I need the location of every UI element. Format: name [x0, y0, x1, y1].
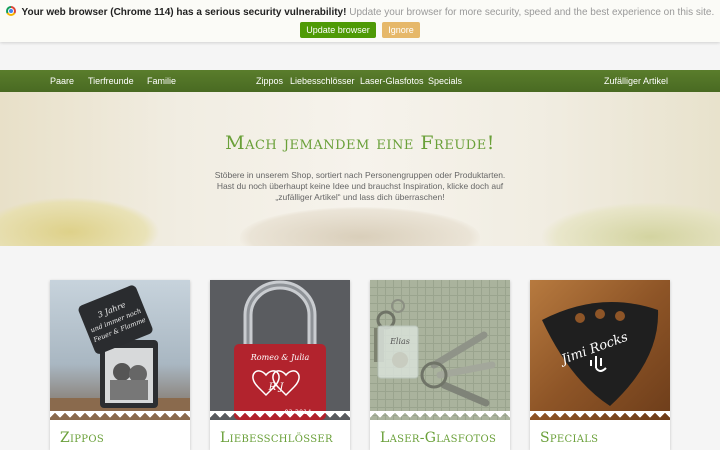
nav-item-liebesschloesser[interactable]: Liebesschlösser — [290, 76, 355, 86]
lock-engraving-names: Romeo & Julia — [250, 353, 310, 362]
chrome-icon — [5, 6, 16, 16]
glass-photo-image[interactable]: Elias — [370, 280, 510, 420]
banner-message-line: Your web browser (Chrome 114) has a seri… — [0, 6, 720, 18]
nav-item-zufaelliger-artikel[interactable]: Zufälliger Artikel — [604, 76, 668, 86]
card-title-laser-glasfotos[interactable]: Laser-Glasfotos — [380, 430, 496, 446]
category-card-zippos[interactable]: 3 Jahre und immer noch Feuer & Flamme Zi… — [50, 280, 190, 450]
hero-line-1: Stöbere in unserem Shop, sortiert nach P… — [214, 170, 506, 180]
nav-item-zippos[interactable]: Zippos — [256, 76, 283, 86]
card-zigzag-edge — [210, 411, 350, 421]
nav-item-familie[interactable]: Familie — [147, 76, 176, 86]
main-navbar: Paare Tierfreunde Familie Zippos Liebess… — [0, 70, 720, 93]
glass-engraving-name: Elias — [389, 337, 410, 346]
banner-message: Update your browser for more security, s… — [349, 7, 715, 18]
category-card-liebesschloesser[interactable]: Romeo & Julia R J 02.2014 Liebesschlösse… — [210, 280, 350, 450]
hero-background-foliage-right — [540, 202, 720, 246]
nav-item-specials[interactable]: Specials — [428, 76, 462, 86]
hero-title: Mach jemandem eine Freude! — [225, 132, 495, 154]
nav-item-paare[interactable]: Paare — [50, 76, 74, 86]
nav-item-tierfreunde[interactable]: Tierfreunde — [88, 76, 134, 86]
lock-engraving-initials: R J — [268, 382, 285, 393]
zippo-image[interactable]: 3 Jahre und immer noch Feuer & Flamme — [50, 280, 190, 420]
hero-description: Stöbere in unserem Shop, sortiert nach P… — [180, 170, 540, 203]
category-card-specials[interactable]: Jimi Rocks Specials — [530, 280, 670, 450]
card-title-liebesschloesser[interactable]: Liebesschlösser — [220, 430, 333, 446]
hero-background-foliage — [0, 197, 160, 246]
nav-item-laser-glasfotos[interactable]: Laser-Glasfotos — [360, 76, 424, 86]
love-lock-image[interactable]: Romeo & Julia R J 02.2014 — [210, 280, 350, 420]
browser-update-banner: Your web browser (Chrome 114) has a seri… — [0, 0, 720, 42]
card-zigzag-edge — [530, 411, 670, 421]
card-zigzag-edge — [50, 411, 190, 421]
card-title-specials[interactable]: Specials — [540, 430, 598, 446]
guitar-pick-image[interactable]: Jimi Rocks — [530, 280, 670, 420]
hero-line-3: „zufälliger Artikel“ und lass dich überr… — [275, 192, 445, 202]
hero-banner: Mach jemandem eine Freude! Stöbere in un… — [0, 92, 720, 246]
banner-warning: Your web browser (Chrome 114) has a seri… — [21, 7, 347, 18]
card-title-zippos[interactable]: Zippos — [60, 430, 104, 446]
card-zigzag-edge — [370, 411, 510, 421]
hero-background-roof — [240, 207, 480, 246]
ignore-button[interactable]: Ignore — [382, 22, 420, 38]
hero-line-2: Hast du noch überhaupt keine Idee und br… — [216, 181, 504, 191]
update-browser-button[interactable]: Update browser — [300, 22, 376, 38]
category-card-laser-glasfotos[interactable]: Elias Laser-Glasfotos — [370, 280, 510, 450]
